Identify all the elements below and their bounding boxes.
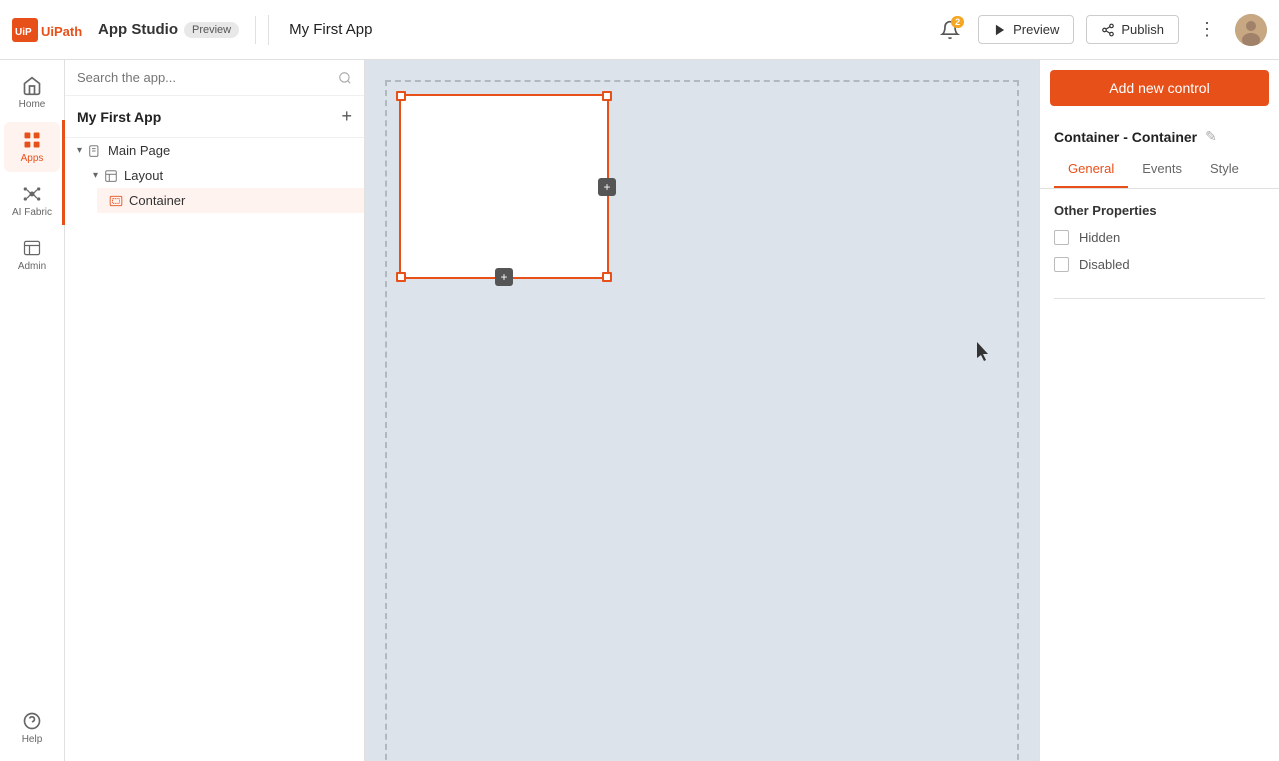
- tree-container: ▾ Main Page ▾: [65, 138, 364, 213]
- play-icon: [993, 23, 1007, 37]
- cursor: [977, 342, 993, 365]
- notification-button[interactable]: 2: [934, 14, 966, 46]
- add-control-bottom[interactable]: +: [495, 268, 513, 286]
- sidebar-app-name: My First App: [77, 109, 161, 125]
- canvas-area[interactable]: + + +: [365, 60, 1039, 761]
- share-icon: [1101, 23, 1115, 37]
- disabled-property-row: Disabled: [1054, 257, 1265, 272]
- publish-button[interactable]: Publish: [1086, 15, 1179, 44]
- tree-item-layout[interactable]: ▾ Layout: [81, 163, 364, 188]
- resize-handle-tl[interactable]: [396, 91, 406, 101]
- add-new-control-button[interactable]: Add new control: [1050, 70, 1269, 106]
- app-title-topbar: My First App: [289, 21, 372, 38]
- tree-item-main-page[interactable]: ▾ Main Page: [65, 138, 364, 163]
- chevron-layout: ▾: [93, 170, 98, 181]
- add-page-button[interactable]: +: [341, 106, 352, 127]
- sidebar-item-apps[interactable]: Apps: [4, 122, 60, 172]
- page-canvas[interactable]: + + +: [385, 80, 1019, 761]
- add-control-right[interactable]: +: [598, 178, 616, 196]
- user-avatar: [1235, 14, 1267, 46]
- preview-badge: Preview: [184, 22, 239, 38]
- sidebar-item-help[interactable]: Help: [4, 703, 60, 753]
- panel-tabs: General Events Style: [1054, 155, 1265, 188]
- disabled-label: Disabled: [1079, 257, 1130, 272]
- svg-text:UiPath: UiPath: [41, 24, 82, 39]
- apps-icon: [22, 130, 42, 150]
- apps-label: Apps: [21, 153, 44, 164]
- help-label: Help: [22, 734, 43, 745]
- search-input[interactable]: [77, 70, 332, 85]
- home-icon: [22, 76, 42, 96]
- sidebar-item-ai-fabric[interactable]: AI Fabric: [4, 176, 60, 226]
- container-icon: [109, 194, 123, 208]
- admin-label: Admin: [18, 261, 46, 272]
- sidebar-search: [65, 60, 364, 96]
- search-icon: [338, 71, 352, 85]
- container-element[interactable]: + +: [399, 94, 609, 279]
- appstudio-label: App Studio: [98, 21, 178, 38]
- panel-title-row: Container - Container ✎: [1054, 128, 1265, 155]
- tree-sub-container: Container: [81, 188, 364, 213]
- sidebar-item-home[interactable]: Home: [4, 68, 60, 118]
- more-options-button[interactable]: ⋮: [1191, 14, 1223, 46]
- cursor-icon: [977, 342, 993, 362]
- resize-handle-br[interactable]: [602, 272, 612, 282]
- disabled-checkbox[interactable]: [1054, 257, 1069, 272]
- panel-title: Container - Container: [1054, 129, 1197, 145]
- chevron-main-page: ▾: [77, 145, 82, 156]
- layout-icon: [104, 169, 118, 183]
- avatar[interactable]: [1235, 14, 1267, 46]
- home-label: Home: [19, 99, 46, 110]
- hidden-checkbox[interactable]: [1054, 230, 1069, 245]
- tree-sub-layout: ▾ Layout: [65, 163, 364, 213]
- logo-area: UiP UiPath App Studio Preview: [12, 16, 256, 44]
- tab-general[interactable]: General: [1054, 155, 1128, 188]
- edit-icon[interactable]: ✎: [1205, 128, 1217, 145]
- svg-text:UiP: UiP: [15, 27, 32, 38]
- topbar-divider: [268, 15, 269, 45]
- ai-fabric-icon: [22, 184, 42, 204]
- main-area: Home Apps: [0, 60, 1279, 761]
- right-panel: Add new control Container - Container ✎ …: [1039, 60, 1279, 761]
- other-properties-section: Other Properties Hidden Disabled: [1054, 203, 1265, 299]
- hidden-label: Hidden: [1079, 230, 1120, 245]
- canvas-content: + + +: [365, 60, 1039, 761]
- tab-events[interactable]: Events: [1128, 155, 1196, 188]
- preview-button[interactable]: Preview: [978, 15, 1074, 44]
- help-icon: [22, 711, 42, 731]
- resize-handle-bl[interactable]: [396, 272, 406, 282]
- sidebar-header: My First App +: [65, 96, 364, 138]
- app-container: UiP UiPath App Studio Preview My First A…: [0, 0, 1279, 761]
- active-indicator: [62, 120, 65, 225]
- uipath-logo: UiP UiPath App Studio: [12, 16, 178, 44]
- left-nav: Home Apps: [0, 60, 65, 761]
- container-label: Container: [129, 193, 185, 208]
- topbar-right: 2 Preview Publish ⋮: [934, 14, 1267, 46]
- page-icon: [88, 144, 102, 158]
- ai-fabric-label: AI Fabric: [12, 207, 52, 218]
- other-properties-title: Other Properties: [1054, 203, 1265, 218]
- topbar: UiP UiPath App Studio Preview My First A…: [0, 0, 1279, 60]
- panel-body: Other Properties Hidden Disabled: [1040, 189, 1279, 313]
- notification-badge: 2: [951, 16, 964, 28]
- hidden-property-row: Hidden: [1054, 230, 1265, 245]
- layout-label: Layout: [124, 168, 163, 183]
- admin-icon: [22, 238, 42, 258]
- tree-item-container[interactable]: Container: [97, 188, 364, 213]
- sidebar: My First App + ▾ Main Page ▾: [65, 60, 365, 761]
- uipath-logo-svg: UiP UiPath: [12, 16, 92, 44]
- tab-style[interactable]: Style: [1196, 155, 1253, 188]
- panel-header: Container - Container ✎ General Events S…: [1040, 116, 1279, 189]
- sidebar-item-admin[interactable]: Admin: [4, 230, 60, 280]
- main-page-label: Main Page: [108, 143, 170, 158]
- resize-handle-tr[interactable]: [602, 91, 612, 101]
